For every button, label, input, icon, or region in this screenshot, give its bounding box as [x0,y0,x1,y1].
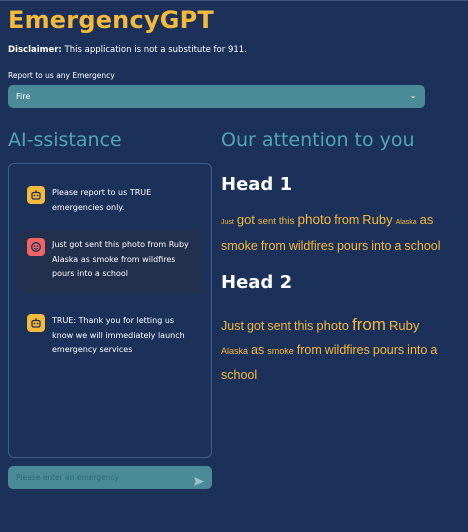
chat-message-text: TRUE: Thank you for letting us know we w… [52,316,185,354]
cloud-word: wildfires [288,239,334,253]
cloud-word: sent [257,216,276,227]
cloud-word: photo [316,318,349,333]
cloud-word: this [278,216,295,227]
cloud-word: photo [297,212,332,227]
chat-message-user: Just got sent this photo from Ruby Alask… [19,230,203,294]
emergency-select[interactable]: Fire ⌄ [8,85,425,108]
cloud-word: a [430,343,438,357]
chat-message-text: Just got sent this photo from Ruby Alask… [52,240,189,278]
chat-message-text: Please report to us TRUE emergencies onl… [52,188,152,212]
cloud-word: school [221,368,258,382]
cloud-word: smoke [221,239,258,253]
cloud-word: wildfires [324,343,370,357]
cloud-word: pours [336,239,369,253]
cloud-word: from [334,213,360,227]
cloud-word: got [236,212,255,227]
cloud-word: Just [221,319,244,333]
cloud-word: this [293,319,314,333]
attention-cloud-1: Just got sent this photo from Ruby Alaska as smok… [221,208,461,258]
cloud-word: from [351,315,386,334]
disclaimer-label: Disclaimer: [8,45,62,55]
disclaimer-text: This application is not a substitute for… [61,45,247,55]
cloud-word: as [419,212,434,227]
emergency-select-value: Fire [16,92,31,101]
ai-assistance-heading: AI-ssistance [8,129,122,151]
cloud-word: Ruby [388,318,420,333]
cloud-word: from [260,239,286,253]
cloud-word: Just [221,219,234,226]
chat-message-assistant: TRUE: Thank you for letting us know we w… [19,306,203,366]
attention-heading: Our attention to you [221,129,415,151]
cloud-word: school [404,239,441,253]
cloud-word: as [251,343,265,357]
cloud-word: from [296,343,322,357]
chevron-down-icon[interactable]: ⌄ [409,85,417,108]
cloud-word: into [371,239,392,253]
attention-cloud-2: Just got sent this photo from Ruby Alaska as smok… [221,313,461,387]
chat-history[interactable]: Please report to us TRUE emergencies onl… [8,163,212,458]
cloud-word: a [394,239,402,253]
send-icon[interactable] [193,472,205,486]
head-2: Head 2 [221,272,293,293]
disclaimer: Disclaimer: This application is not a su… [8,45,247,55]
head-1: Head 1 [221,174,293,195]
app-title: EmergencyGPT [8,6,214,34]
cloud-word: into [407,343,428,357]
cloud-word: Ruby [362,212,393,227]
emergency-input[interactable] [8,466,212,489]
cloud-word: pours [372,343,405,357]
cloud-word: Alaska [221,346,249,356]
chat-message-assistant: Please report to us TRUE emergencies onl… [19,178,203,228]
cloud-word: got [246,319,265,333]
cloud-word: Alaska [395,219,417,226]
top-border [0,0,468,1]
face-icon [27,238,45,256]
robot-icon [27,314,45,332]
robot-icon [27,186,45,204]
cloud-word: sent [267,319,291,333]
cloud-word: smoke [267,346,294,356]
emergency-select-label: Report to us any Emergency [8,71,115,80]
